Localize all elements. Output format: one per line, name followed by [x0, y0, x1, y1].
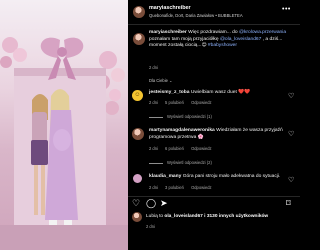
caption-time: 2 dni [149, 65, 158, 70]
caption-text: Więc pozdrawiam... do [188, 30, 238, 35]
comment-3: klaudia_many Góra pani stroju mało adekw… [149, 174, 283, 181]
comment-2-reply[interactable]: Odpowiedz [191, 146, 211, 151]
caption: maryiaschreiber Więc pozdrawiam... do @k… [149, 30, 293, 50]
comment-avatar-1[interactable]: ☺ [132, 90, 143, 101]
comment-3-text: Góra pani stroju mało adekwatna do sytua… [182, 174, 281, 179]
comments-panel: maryiaschreiber Quebonafide, Dort, Daria… [128, 0, 300, 250]
comment-3-meta: 2 dni 3 polubień Odpowiedz [149, 185, 218, 190]
likes-suffix[interactable]: i 3130 innych użytkowników [204, 214, 268, 219]
author-username[interactable]: maryiaschreiber [149, 5, 191, 11]
post-header: maryiaschreiber Quebonafide, Dort, Daria… [128, 0, 300, 25]
comment-avatar-2[interactable] [132, 128, 144, 140]
bookmark-icon[interactable]: ⌑ [286, 198, 291, 209]
like-icon[interactable]: ♡ [132, 198, 140, 209]
more-options-icon[interactable]: ••• [282, 6, 291, 13]
comment-1-time: 2 dni [149, 100, 158, 105]
comment-1-reply[interactable]: Odpowiedz [191, 100, 211, 105]
comment-3-like-icon[interactable]: ♡ [288, 176, 294, 184]
comment-1-meta: 2 dni 5 polubień Odpowiedz [149, 100, 218, 105]
caption-mention-2[interactable]: @ola_loveisland67 [220, 37, 261, 42]
comment-3-likes[interactable]: 3 polubień [165, 185, 184, 190]
comment-2-likes[interactable]: 6 polubień [165, 146, 184, 151]
section-sort-label[interactable]: Dla Ciebie ⌄ [149, 78, 172, 83]
comment-2: martynamagdalenaweronika Wiedziałam że w… [149, 128, 283, 141]
post-photo[interactable] [0, 0, 128, 250]
likers-avatar[interactable] [132, 212, 142, 222]
comment-1: jesteismy_z_toba Uwielbiam wasz duet ❤️❤… [149, 90, 279, 97]
post-time: 2 dni [146, 224, 155, 229]
comment-2-username[interactable]: martynamagdalenaweronika [149, 128, 215, 133]
comment-3-time: 2 dni [149, 185, 158, 190]
comment-2-replies-label[interactable]: Wyświetl odpowiedzi (2) [167, 160, 212, 165]
baby-shower-photo [0, 37, 128, 250]
music-subtitle[interactable]: Quebonafide, Dort, Daria Zawiałow • BUBB… [149, 13, 277, 18]
comment-3-username[interactable]: klaudia_many [149, 174, 181, 179]
comment-1-replies-label[interactable]: Wyświetl odpowiedzi (1) [167, 114, 212, 119]
comment-2-meta: 2 dni 6 polubień Odpowiedz [149, 146, 218, 151]
author-avatar[interactable] [133, 6, 145, 18]
caption-hashtag[interactable]: #babyshower [208, 43, 237, 48]
actions-divider [128, 196, 300, 197]
comment-icon[interactable]: ◯ [146, 198, 156, 209]
caption-username[interactable]: maryiaschreiber [149, 30, 187, 35]
likes-prefix: Lubią to [146, 214, 164, 219]
comment-1-likes[interactable]: 5 polubień [165, 100, 184, 105]
comment-2-replies[interactable]: Wyświetl odpowiedzi (2) [149, 160, 212, 165]
likes-user[interactable]: ola_loveisland67 [164, 214, 202, 219]
caption-mention-1[interactable]: @krolowa.przerwania [239, 30, 286, 35]
comment-1-like-icon[interactable]: ♡ [288, 92, 294, 100]
comment-3-reply[interactable]: Odpowiedz [191, 185, 211, 190]
comment-1-replies[interactable]: Wyświetl odpowiedzi (1) [149, 114, 212, 119]
likes-summary: Lubią to ola_loveisland67 i 3130 innych … [146, 214, 268, 219]
comment-avatar-3[interactable] [133, 174, 142, 183]
comment-2-like-icon[interactable]: ♡ [288, 130, 294, 138]
caption-mid: poznałam tam moją przyjaciółkę [149, 36, 219, 42]
comment-1-text: Uwielbiam wasz duet ❤️❤️ [190, 90, 251, 95]
comment-1-username[interactable]: jesteismy_z_toba [149, 90, 190, 95]
comment-2-time: 2 dni [149, 146, 158, 151]
caption-avatar[interactable] [133, 33, 145, 45]
share-icon[interactable]: ➤ [160, 198, 168, 209]
